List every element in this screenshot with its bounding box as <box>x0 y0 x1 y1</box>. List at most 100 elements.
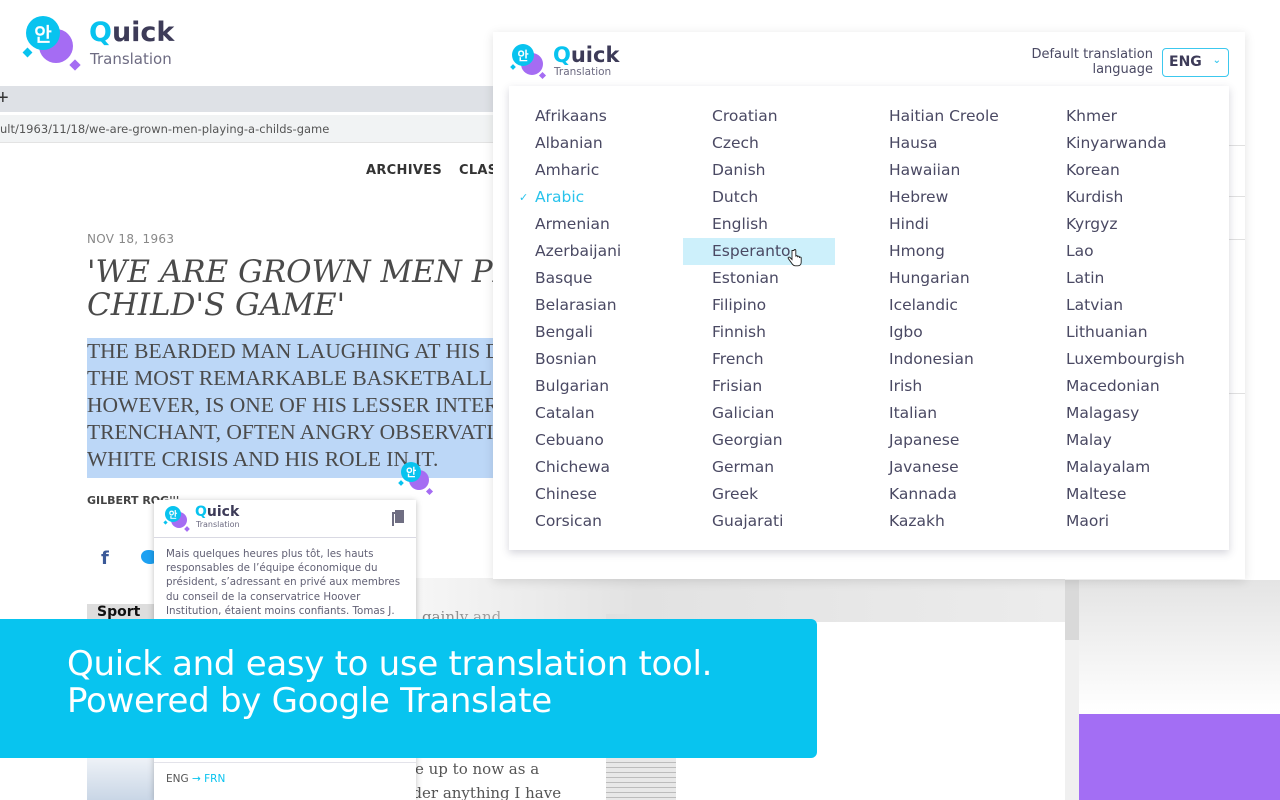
language-option[interactable]: Maltese <box>1040 481 1185 508</box>
language-option[interactable]: Haitian Creole <box>863 103 999 130</box>
browser-address-bar[interactable]: ult/1963/11/18/we-are-grown-men-playing-… <box>0 115 493 143</box>
language-option[interactable]: Bengali <box>509 319 621 346</box>
url-text[interactable]: ult/1963/11/18/we-are-grown-men-playing-… <box>0 122 329 136</box>
language-option[interactable]: Latvian <box>1040 292 1185 319</box>
language-option[interactable]: Hausa <box>863 130 999 157</box>
language-option[interactable]: Basque <box>509 265 621 292</box>
language-column: Haitian Creole Hausa Hawaiian Hebrew Hindi Hm… <box>863 103 999 535</box>
language-option[interactable]: Belarasian <box>509 292 621 319</box>
nav-archives[interactable]: ARCHIVES <box>366 163 442 178</box>
language-option[interactable]: German <box>686 454 835 481</box>
language-option[interactable]: Galician <box>686 400 835 427</box>
language-option[interactable]: Bosnian <box>509 346 621 373</box>
language-option[interactable]: Chinese <box>509 481 621 508</box>
language-option[interactable]: Lithuanian <box>1040 319 1185 346</box>
quick-translation-logo-icon: 안 <box>510 44 547 80</box>
language-option[interactable]: Macedonian <box>1040 373 1185 400</box>
language-option[interactable]: Frisian <box>686 373 835 400</box>
deck-line: THE BEARDED MAN LAUGHING AT HIS DAUG <box>87 338 497 365</box>
language-option[interactable]: Japanese <box>863 427 999 454</box>
language-option[interactable]: Afrikaans <box>509 103 621 130</box>
language-option[interactable]: Armenian <box>509 211 621 238</box>
language-option[interactable]: Hebrew <box>863 184 999 211</box>
language-option[interactable]: Maori <box>1040 508 1185 535</box>
default-language-label-line: language <box>1092 62 1153 77</box>
language-option[interactable]: Greek <box>686 481 835 508</box>
language-option[interactable]: Bulgarian <box>509 373 621 400</box>
language-option[interactable]: Hmong <box>863 238 999 265</box>
selected-article-deck[interactable]: THE BEARDED MAN LAUGHING AT HIS DAUG THE… <box>87 338 497 478</box>
banner-line: Quick and easy to use translation tool. <box>67 644 713 684</box>
language-option[interactable]: English <box>686 211 835 238</box>
language-option[interactable]: Malagasy <box>1040 400 1185 427</box>
language-option[interactable]: Arabic <box>509 184 621 211</box>
language-option[interactable]: Filipino <box>686 292 835 319</box>
language-option[interactable]: Hindi <box>863 211 999 238</box>
language-option[interactable]: Indonesian <box>863 346 999 373</box>
language-dropdown: AfrikaansAlbanianAmharicArabicArmenianAz… <box>509 86 1229 550</box>
language-option[interactable]: Kinyarwanda <box>1040 130 1185 157</box>
decorative-purple-block <box>1079 714 1280 800</box>
language-option[interactable]: French <box>686 346 835 373</box>
translate-selection-icon[interactable]: 안 <box>398 462 434 496</box>
language-option[interactable]: Chichewa <box>509 454 621 481</box>
language-option[interactable]: Italian <box>863 400 999 427</box>
nav-classic[interactable]: CLAS <box>459 163 497 178</box>
language-option[interactable]: Irish <box>863 373 999 400</box>
language-option[interactable]: Luxembourgish <box>1040 346 1185 373</box>
logo-bubble-cyan: 안 <box>165 506 181 522</box>
language-option[interactable]: Malayalam <box>1040 454 1185 481</box>
article-date: NOV 18, 1963 <box>87 232 175 246</box>
language-option[interactable]: Guajarati <box>686 508 835 535</box>
selected-language-code: ENG <box>1169 54 1202 70</box>
divider <box>1229 393 1245 394</box>
language-option[interactable]: Esperanto <box>683 238 835 265</box>
language-option[interactable]: Latin <box>1040 265 1185 292</box>
divider <box>1229 239 1245 240</box>
language-option[interactable]: Kazakh <box>863 508 999 535</box>
brand-name-q: Q <box>195 504 207 520</box>
brand-subtitle: Translation <box>90 50 172 68</box>
language-option[interactable]: Icelandic <box>863 292 999 319</box>
language-option[interactable]: Corsican <box>509 508 621 535</box>
default-language-select[interactable]: ENG ⌄ <box>1162 48 1229 77</box>
logo-dot-purple <box>538 71 547 80</box>
copy-icon[interactable] <box>392 510 404 526</box>
language-option[interactable]: Dutch <box>686 184 835 211</box>
language-option[interactable]: Georgian <box>686 427 835 454</box>
language-option[interactable]: Javanese <box>863 454 999 481</box>
scrollbar-thumb[interactable] <box>1065 580 1079 640</box>
language-option[interactable]: Malay <box>1040 427 1185 454</box>
language-option[interactable]: Kurdish <box>1040 184 1185 211</box>
facebook-icon[interactable]: f <box>101 548 109 569</box>
language-option[interactable]: Igbo <box>863 319 999 346</box>
deck-line: HOWEVER, IS ONE OF HIS LESSER INTEREST <box>87 392 497 419</box>
language-option[interactable]: Albanian <box>509 130 621 157</box>
language-option[interactable]: Kannada <box>863 481 999 508</box>
language-option[interactable]: Hungarian <box>863 265 999 292</box>
language-option[interactable]: Danish <box>686 157 835 184</box>
newspaper-thumbnail <box>606 758 676 800</box>
new-tab-icon[interactable]: + <box>0 87 9 110</box>
language-option[interactable]: Finnish <box>686 319 835 346</box>
language-option[interactable]: Khmer <box>1040 103 1185 130</box>
language-option[interactable]: Croatian <box>686 103 835 130</box>
language-option[interactable]: Amharic <box>509 157 621 184</box>
language-option[interactable]: Lao <box>1040 238 1185 265</box>
logo-dot-purple <box>69 59 81 71</box>
promo-banner: Quick and easy to use translation tool. … <box>0 619 817 758</box>
logo-dot-purple <box>184 526 190 532</box>
default-language-label: Default translation language <box>1031 47 1153 77</box>
language-option[interactable]: Cebuano <box>509 427 621 454</box>
language-option[interactable]: Catalan <box>509 400 621 427</box>
divider <box>1229 145 1245 146</box>
language-option[interactable]: Czech <box>686 130 835 157</box>
translation-language-pair[interactable]: ENG → FRN <box>154 762 416 800</box>
language-option[interactable]: Hawaiian <box>863 157 999 184</box>
language-option[interactable]: Kyrgyz <box>1040 211 1185 238</box>
arrow-right-icon: → <box>191 773 201 785</box>
brand-name: Quick <box>195 504 239 520</box>
language-option[interactable]: Korean <box>1040 157 1185 184</box>
language-option[interactable]: Estonian <box>686 265 835 292</box>
language-option[interactable]: Azerbaijani <box>509 238 621 265</box>
